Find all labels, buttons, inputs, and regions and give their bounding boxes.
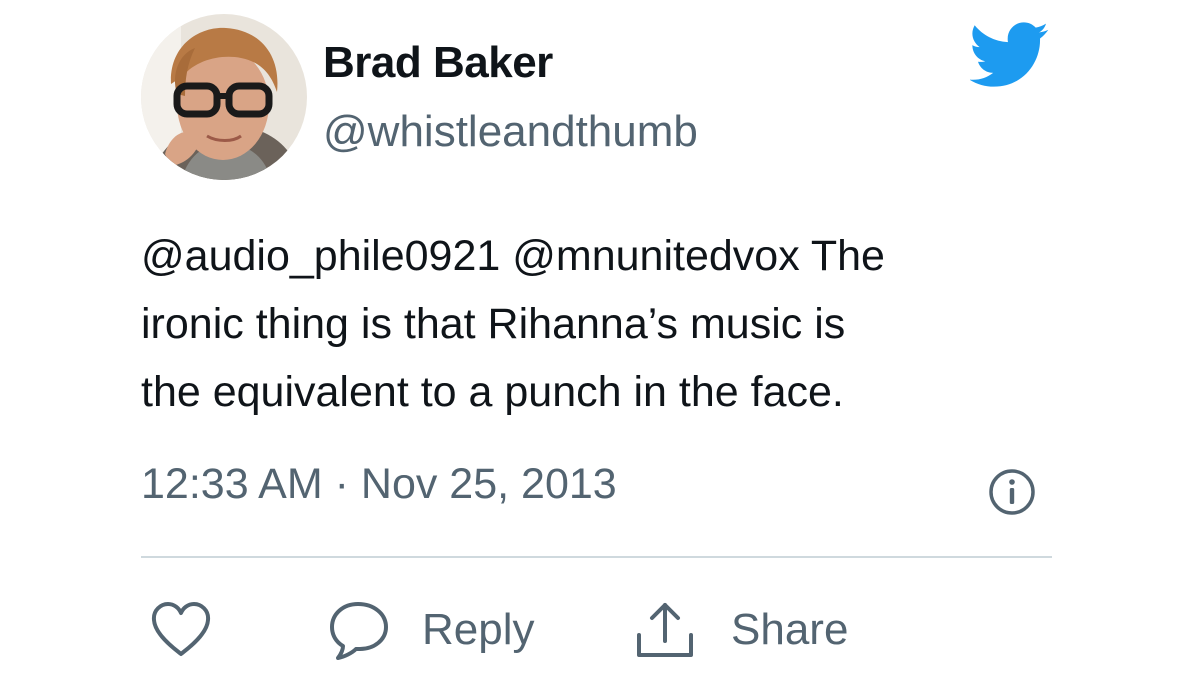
tweet-text-line: @audio_phile0921 @mnunitedvox The <box>141 232 885 280</box>
heart-icon <box>151 602 211 656</box>
author-handle[interactable]: @whistleandthumb <box>323 107 698 157</box>
tweet-text-line: ironic thing is that Rihanna’s music is <box>141 300 846 348</box>
author-name[interactable]: Brad Baker <box>323 38 553 88</box>
share-upload-icon <box>637 603 693 657</box>
speech-bubble-icon <box>330 602 388 660</box>
share-button[interactable]: Share <box>635 598 848 662</box>
avatar-photo <box>141 14 307 180</box>
like-button[interactable] <box>149 598 213 662</box>
info-icon[interactable] <box>987 467 1037 517</box>
share-label: Share <box>731 605 849 654</box>
tweet-text: @audio_phile0921 @mnunitedvox The ironic… <box>141 222 1061 426</box>
tweet-text-line: the equivalent to a punch in the face. <box>141 368 844 416</box>
divider <box>141 556 1052 558</box>
tweet-card: Brad Baker @whistleandthumb @audio_phile… <box>0 0 1200 675</box>
reply-label: Reply <box>422 605 535 654</box>
twitter-bird-icon[interactable] <box>969 22 1050 88</box>
tweet-timestamp[interactable]: 12:33 AM · Nov 25, 2013 <box>141 460 617 509</box>
avatar[interactable] <box>141 14 307 180</box>
reply-button[interactable]: Reply <box>328 598 535 662</box>
